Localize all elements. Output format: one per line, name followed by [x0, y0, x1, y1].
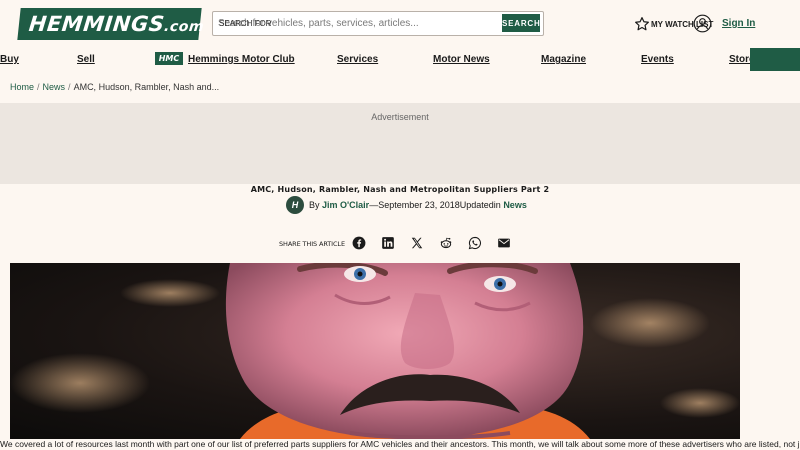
sign-in-link[interactable]: Sign In — [722, 18, 755, 29]
hmc-badge: HMC — [155, 52, 183, 65]
site-header: HEMMINGS.com SEARCH FOR SEARCH MY WATCH … — [0, 0, 800, 46]
nav-events[interactable]: Events — [641, 54, 674, 65]
breadcrumb: Home / News / AMC, Hudson, Rambler, Nash and… — [10, 82, 219, 92]
nav-sell[interactable]: Sell — [77, 54, 95, 65]
user-icon[interactable] — [693, 14, 712, 33]
nav-buy[interactable]: Buy — [0, 54, 19, 65]
nav-motor-news[interactable]: Motor News — [433, 54, 490, 65]
search-box: SEARCH FOR — [212, 11, 544, 36]
email-icon[interactable] — [497, 236, 511, 250]
article-date: —September 23, 2018Updatedin — [369, 200, 501, 210]
hero-illustration — [10, 263, 740, 439]
star-icon — [635, 17, 649, 31]
search-input[interactable] — [218, 14, 498, 33]
share-label: SHARE THIS ARTICLE — [279, 240, 345, 248]
article-title: AMC, Hudson, Rambler, Nash and Metropoli… — [250, 185, 550, 194]
byline: H By Jim O'Clair —September 23, 2018Updat… — [286, 196, 527, 214]
article-body: We covered a lot of resources last month… — [0, 439, 800, 449]
breadcrumb-separator: / — [37, 82, 40, 92]
advertisement-area: Advertisement — [0, 103, 800, 184]
nav-motor-club[interactable]: Hemmings Motor Club — [188, 54, 295, 65]
linkedin-icon[interactable] — [381, 236, 395, 250]
article-hero-image — [10, 263, 740, 439]
breadcrumb-current: AMC, Hudson, Rambler, Nash and... — [73, 82, 220, 92]
byline-by: By — [309, 200, 320, 210]
search-button[interactable]: SEARCH — [502, 14, 540, 32]
main-nav: Buy Sell Hemmings Motor Club Services Mo… — [0, 48, 800, 72]
author-avatar: H — [286, 196, 304, 214]
hemmings-logo[interactable]: HEMMINGS.com — [17, 8, 205, 40]
breadcrumb-home[interactable]: Home — [10, 82, 34, 92]
nav-magazine[interactable]: Magazine — [541, 54, 586, 65]
logo-text: HEMMINGS — [27, 12, 166, 36]
logo-suffix: .com — [163, 19, 205, 35]
category-link[interactable]: News — [503, 200, 527, 210]
nav-cta-block[interactable] — [750, 48, 800, 71]
author-link[interactable]: Jim O'Clair — [322, 200, 369, 210]
whatsapp-icon[interactable] — [468, 236, 482, 250]
facebook-icon[interactable] — [352, 236, 366, 250]
x-icon[interactable] — [410, 236, 424, 250]
breadcrumb-separator: / — [68, 82, 71, 92]
nav-services[interactable]: Services — [337, 54, 378, 65]
reddit-icon[interactable] — [439, 236, 453, 250]
breadcrumb-news[interactable]: News — [43, 82, 66, 92]
advertisement-label: Advertisement — [371, 112, 429, 122]
